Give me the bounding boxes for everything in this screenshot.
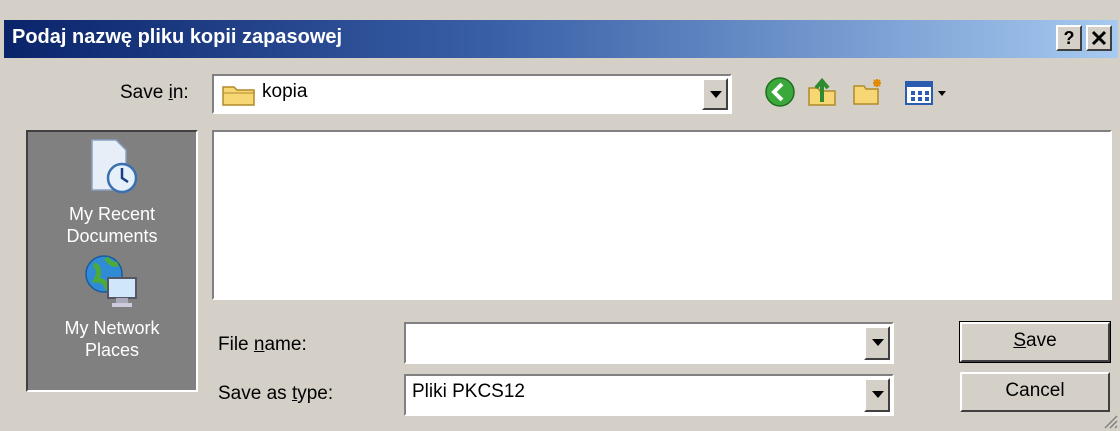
- views-menu-icon[interactable]: [904, 76, 948, 108]
- recent-documents-label-line2: Documents: [66, 226, 158, 246]
- new-folder-icon[interactable]: [852, 76, 884, 108]
- title-bar[interactable]: Podaj nazwę pliku kopii zapasowej ?: [4, 20, 1118, 58]
- save-button[interactable]: Save: [959, 321, 1111, 363]
- resize-grip-icon[interactable]: [1100, 411, 1118, 429]
- cancel-button[interactable]: Cancel: [960, 372, 1110, 412]
- file-list[interactable]: [212, 130, 1112, 300]
- file-name-label: File name:: [218, 334, 307, 355]
- save-as-type-dropdown-button[interactable]: [864, 378, 890, 412]
- place-network-places[interactable]: My Network Places: [28, 250, 196, 361]
- place-recent-documents[interactable]: My Recent Documents: [28, 136, 196, 247]
- places-bar: My Recent Documents My Network Places: [26, 130, 198, 392]
- network-places-label-line2: Places: [84, 340, 140, 360]
- network-places-label-line1: My Network: [64, 318, 160, 338]
- save-as-type-combo[interactable]: Pliki PKCS12: [404, 374, 894, 416]
- recent-documents-label-line1: My Recent: [68, 204, 156, 224]
- folder-icon: [222, 86, 255, 106]
- close-icon: [1091, 30, 1107, 46]
- recent-documents-icon: [91, 139, 138, 194]
- back-icon[interactable]: [764, 76, 796, 108]
- network-places-icon: [85, 255, 137, 307]
- save-as-type-label: Save as type:: [218, 383, 334, 404]
- close-button[interactable]: [1086, 25, 1112, 51]
- dialog-title: Podaj nazwę pliku kopii zapasowej: [12, 26, 343, 48]
- save-in-label: Save in:: [120, 82, 189, 103]
- help-button[interactable]: ?: [1056, 25, 1082, 51]
- save-in-value: kopia: [262, 81, 308, 102]
- file-name-dropdown-button[interactable]: [864, 326, 890, 360]
- save-in-dropdown-button[interactable]: [702, 78, 728, 110]
- up-folder-icon[interactable]: [806, 76, 838, 108]
- save-as-type-value: Pliki PKCS12: [412, 381, 525, 402]
- save-in-combo[interactable]: kopia: [212, 74, 732, 114]
- save-dialog: Podaj nazwę pliku kopii zapasowej ? Save…: [0, 0, 1120, 431]
- file-name-combo[interactable]: [404, 322, 894, 364]
